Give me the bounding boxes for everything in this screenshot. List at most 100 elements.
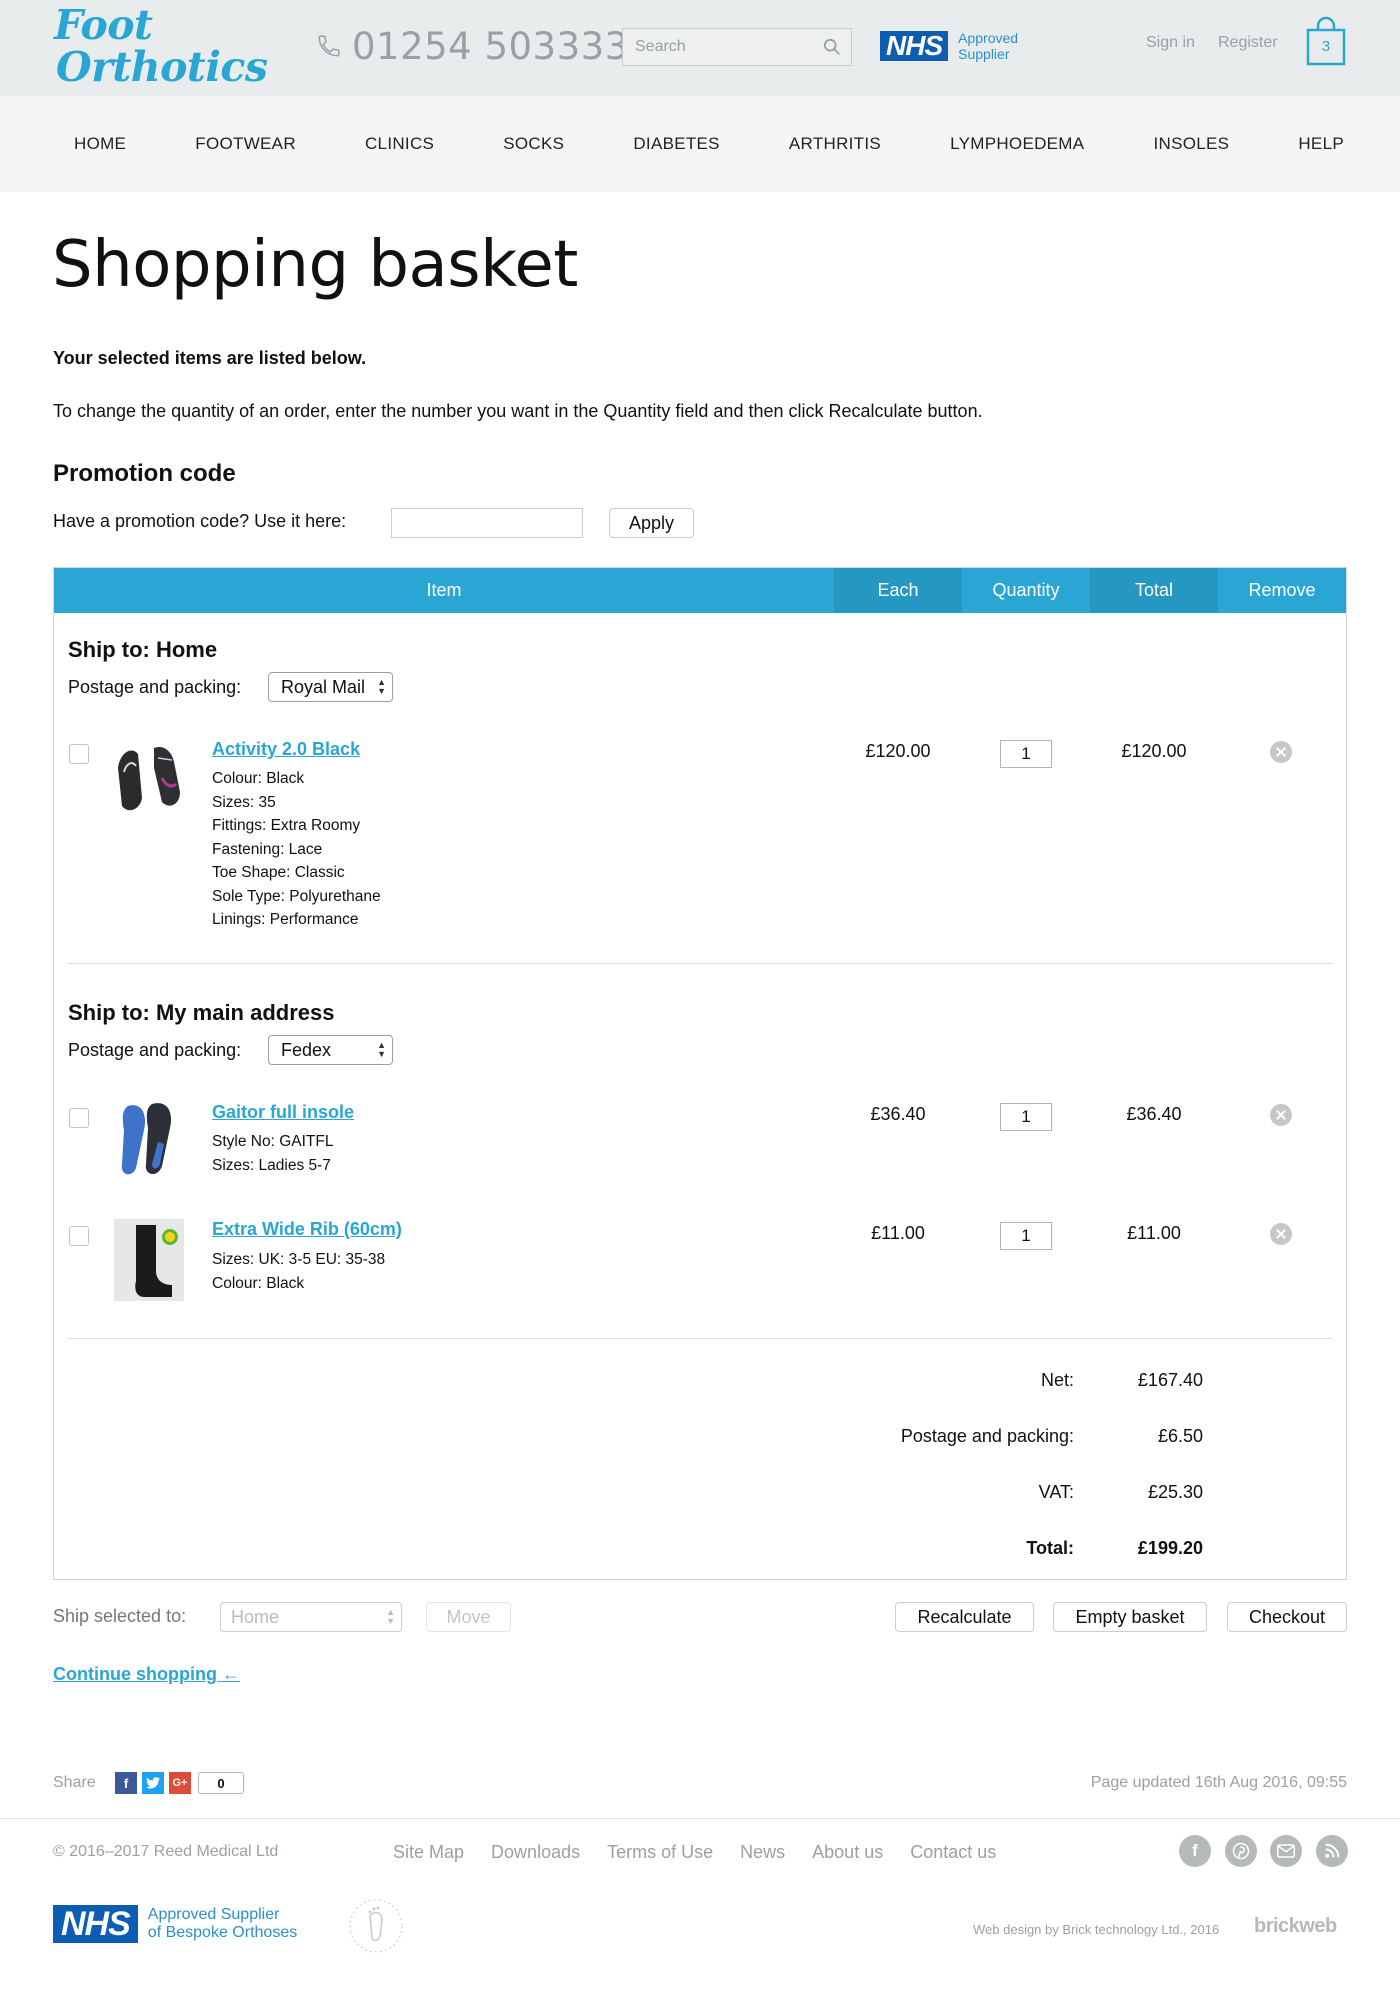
item-total-price: £36.40 (1126, 1104, 1182, 1124)
move-button[interactable]: Move (426, 1602, 511, 1632)
sock-icon[interactable] (114, 1219, 184, 1301)
logo-line-1: Foot (54, 1, 153, 49)
postage-select[interactable]: Fedex ▲ ▼ (268, 1035, 393, 1065)
item-each-price: £120.00 (865, 741, 931, 761)
remove-icon[interactable] (1270, 741, 1292, 763)
footer-link-terms-of-use[interactable]: Terms of Use (607, 1842, 713, 1863)
google-plus-share-icon[interactable]: G+ (169, 1772, 191, 1794)
nav-item-home[interactable]: HOME (74, 134, 126, 154)
ship-to-heading: Ship to: My main address (68, 1000, 335, 1025)
apply-button[interactable]: Apply (609, 508, 694, 538)
nhs-bespoke-orthoses-badge: NHS Approved Supplier of Bespoke Orthose… (53, 1905, 297, 1943)
header-quantity: Quantity (992, 580, 1060, 600)
product-link[interactable]: Extra Wide Rib (60cm) (212, 1219, 402, 1240)
product-link[interactable]: Gaitor full insole (212, 1102, 354, 1123)
footer-link-news[interactable]: News (740, 1842, 785, 1863)
web-design-credit[interactable]: Web design by Brick technology Ltd., 201… (973, 1922, 1219, 1937)
nhs-logo: NHS (53, 1905, 138, 1943)
detail-line: Sizes: Ladies 5-7 (212, 1156, 331, 1174)
healthy-footwear-guide-logo[interactable] (346, 1896, 406, 1956)
phone-text: 01254 503333 (352, 24, 629, 68)
continue-shopping-link[interactable]: Continue shopping ← (53, 1664, 240, 1685)
header-item: Item (426, 580, 462, 600)
header-total: Total (1090, 568, 1218, 613)
pinterest-icon[interactable] (1225, 1835, 1257, 1867)
remove-icon[interactable] (1270, 1223, 1292, 1245)
postage-select-value: Fedex (281, 1039, 332, 1060)
nav-item-help[interactable]: HELP (1298, 134, 1344, 154)
facebook-share-icon[interactable]: f (115, 1772, 137, 1794)
footer-divider (0, 1818, 1400, 1819)
footer-link-downloads[interactable]: Downloads (491, 1842, 580, 1863)
total-value: £199.20 (1137, 1538, 1203, 1558)
footer-link-about-us[interactable]: About us (812, 1842, 883, 1863)
nav-item-lymphoedema[interactable]: LYMPHOEDEMA (950, 134, 1084, 154)
sign-in-link[interactable]: Sign in (1146, 34, 1195, 52)
rss-icon[interactable] (1316, 1835, 1348, 1867)
facebook-icon[interactable]: f (1179, 1835, 1211, 1867)
item-checkbox[interactable] (69, 1108, 89, 1128)
nav-item-footwear[interactable]: FOOTWEAR (195, 134, 296, 154)
nav-item-socks[interactable]: SOCKS (503, 134, 564, 154)
ship-selected-select[interactable]: Home ▲ ▼ (220, 1602, 402, 1632)
intro-heading: Your selected items are listed below. (53, 348, 367, 368)
brickweb-logo[interactable]: brickweb (1254, 1915, 1337, 1938)
table-header: Item Each Quantity Total Remove (54, 568, 1346, 613)
ship-selected-value: Home (231, 1606, 280, 1627)
page-title: Shopping basket (52, 228, 578, 302)
remove-icon[interactable] (1270, 1104, 1292, 1126)
footer-link-contact-us[interactable]: Contact us (910, 1842, 996, 1863)
share-count: 0 (198, 1772, 244, 1794)
search-icon[interactable] (823, 38, 841, 56)
nav-item-diabetes[interactable]: DIABETES (633, 134, 719, 154)
postage-summary-value: £6.50 (1157, 1426, 1203, 1446)
nhs-text-line-2: Supplier (958, 46, 1010, 62)
total-label: Total: (1026, 1538, 1074, 1558)
nav-item-arthritis[interactable]: ARTHRITIS (789, 134, 881, 154)
quantity-input[interactable]: 1 (1000, 740, 1052, 768)
product-link[interactable]: Activity 2.0 Black (212, 739, 360, 760)
detail-line: Sole Type: Polyurethane (212, 887, 381, 905)
nhs-logo: NHS (880, 31, 949, 61)
shoe-icon[interactable] (114, 738, 184, 820)
empty-basket-button[interactable]: Empty basket (1053, 1602, 1207, 1632)
phone-number[interactable]: 01254 503333 (316, 24, 629, 68)
detail-line: Style No: GAITFL (212, 1133, 334, 1150)
postage-select[interactable]: Royal Mail ▲ ▼ (268, 672, 393, 702)
postage-summary-label: Postage and packing: (900, 1426, 1074, 1446)
header-each: Each (834, 568, 962, 613)
basket-count[interactable]: 3 (1306, 38, 1346, 55)
quantity-input[interactable]: 1 (1000, 1103, 1052, 1131)
select-arrows-icon: ▲ ▼ (377, 1040, 386, 1059)
postage-select-value: Royal Mail (281, 676, 366, 697)
promotion-code-input[interactable] (391, 508, 583, 538)
nav-item-clinics[interactable]: CLINICS (365, 134, 434, 154)
recalculate-button[interactable]: Recalculate (895, 1602, 1034, 1632)
detail-line: Sizes: 35 (212, 793, 276, 811)
search-input[interactable] (623, 29, 813, 65)
nhs-text-line-1: Approved Supplier (147, 1906, 280, 1923)
detail-line: Fittings: Extra Roomy (212, 817, 361, 834)
page-updated: Page updated 16th Aug 2016, 09:55 (1090, 1774, 1347, 1791)
insole-icon[interactable] (114, 1102, 184, 1180)
vat-value: £25.30 (1147, 1482, 1203, 1502)
item-checkbox[interactable] (69, 1226, 89, 1246)
footer-link-site-map[interactable]: Site Map (393, 1842, 464, 1863)
intro-text: To change the quantity of an order, ente… (53, 401, 983, 421)
logo-line-2: Orthotics (56, 43, 268, 91)
detail-line: Sizes: UK: 3-5 EU: 35-38 (212, 1251, 386, 1268)
register-link[interactable]: Register (1218, 34, 1278, 52)
search-box (622, 28, 852, 66)
email-icon[interactable] (1270, 1835, 1302, 1867)
postage-label: Postage and packing: (68, 1040, 242, 1060)
group-divider (68, 963, 1332, 964)
item-checkbox[interactable] (69, 744, 89, 764)
site-logo[interactable]: Foot Orthotics (54, 1, 268, 91)
twitter-share-icon[interactable] (142, 1772, 164, 1794)
checkout-button[interactable]: Checkout (1227, 1602, 1347, 1632)
basket-table: Item Each Quantity Total Remove Ship to:… (53, 567, 1347, 1580)
quantity-input[interactable]: 1 (1000, 1222, 1052, 1250)
net-value: £167.40 (1137, 1370, 1203, 1390)
nav-item-insoles[interactable]: INSOLES (1153, 134, 1229, 154)
top-header: Foot Orthotics 01254 503333 NHS Approved… (0, 0, 1400, 96)
